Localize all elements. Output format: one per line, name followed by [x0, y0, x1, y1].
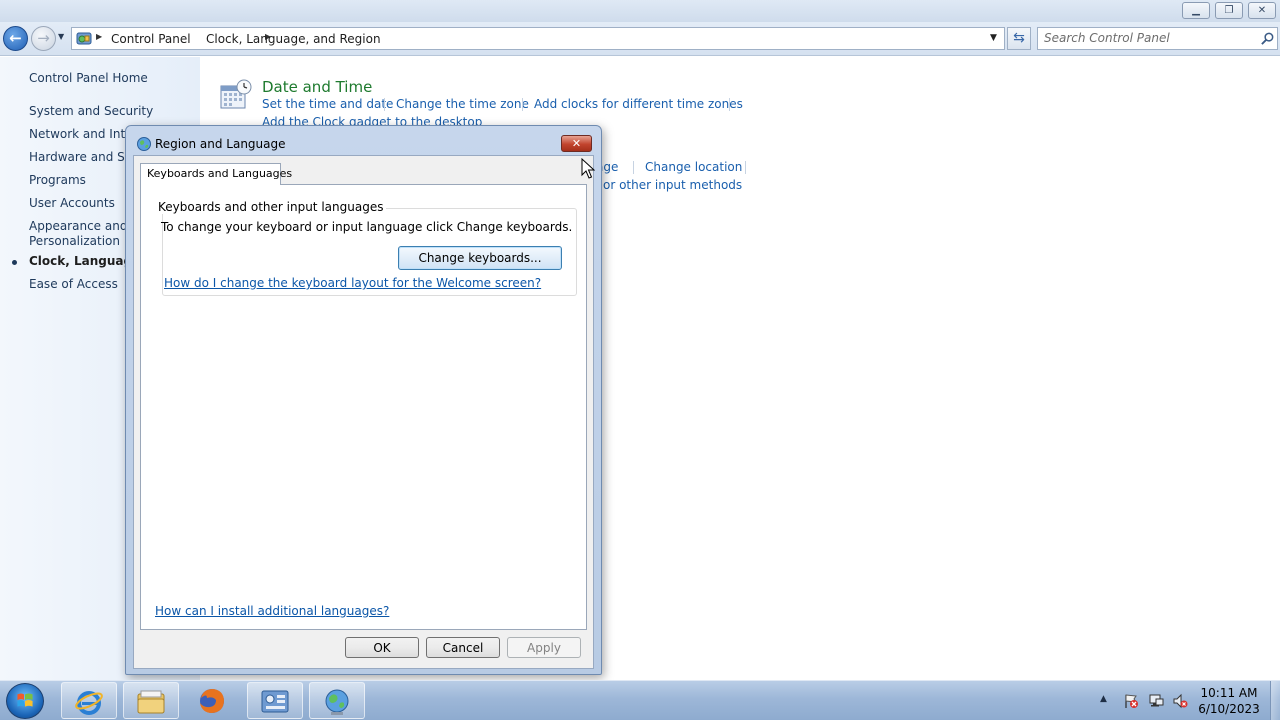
sidebar-item-user-accounts[interactable]: User Accounts	[29, 196, 115, 210]
firefox-icon	[200, 689, 224, 713]
close-window-button[interactable]: ✕	[1248, 2, 1276, 19]
windows-logo-icon	[17, 693, 33, 707]
sidebar-item-programs[interactable]: Programs	[29, 173, 86, 187]
change-time-zone-link[interactable]: Change the time zone	[396, 97, 529, 111]
action-center-flag-icon[interactable]	[1123, 693, 1139, 709]
change-keyboards-link[interactable]: or other input methods	[603, 178, 742, 192]
dialog-close-button[interactable]: ✕	[561, 135, 592, 152]
taskbar-firefox[interactable]	[185, 682, 241, 719]
set-time-date-link[interactable]: Set the time and date	[262, 97, 393, 111]
show-hidden-icons-icon[interactable]: ▲	[1100, 694, 1107, 704]
sidebar-item-ease-of-access[interactable]: Ease of Access	[29, 277, 118, 291]
dialog-body: Keyboards and Languages Keyboards and ot…	[133, 155, 594, 669]
selected-bullet-icon	[12, 260, 17, 265]
search-icon[interactable]	[1260, 31, 1275, 46]
recent-pages-dropdown[interactable]: ▼	[58, 32, 68, 44]
link-divider	[633, 161, 634, 174]
breadcrumb-separator-icon[interactable]: ▶	[96, 32, 102, 41]
control-panel-icon	[261, 690, 289, 713]
link-divider	[384, 98, 385, 111]
clock-date[interactable]: 6/10/2023	[1196, 702, 1262, 716]
globe-icon	[137, 137, 151, 151]
tab-label: Keyboards and Languages	[147, 167, 293, 180]
region-language-dialog: Region and Language ✕ Keyboards and Lang…	[125, 125, 602, 675]
sidebar-item-system-security[interactable]: System and Security	[29, 104, 153, 118]
back-button[interactable]: ←	[3, 26, 28, 51]
welcome-screen-keyboard-link[interactable]: How do I change the keyboard layout for …	[164, 276, 541, 290]
change-location-link[interactable]: Change location	[645, 160, 742, 174]
address-dropdown-icon[interactable]: ▼	[990, 33, 997, 43]
taskbar: ▲ 10:11 AM 6/10/2023	[0, 680, 1280, 720]
network-icon[interactable]	[1148, 693, 1164, 709]
forward-button[interactable]: →	[31, 26, 56, 51]
mouse-cursor-icon	[581, 158, 595, 179]
restore-button[interactable]: ❐	[1215, 2, 1243, 19]
sidebar-item-control-panel-home[interactable]: Control Panel Home	[29, 71, 148, 85]
breadcrumb-clock-language-region[interactable]: Clock, Language, and Region	[206, 32, 381, 46]
taskbar-internet-explorer[interactable]	[61, 682, 117, 719]
tab-panel: Keyboards and other input languages To c…	[140, 184, 587, 630]
group-description: To change your keyboard or input languag…	[161, 220, 573, 234]
link-divider	[522, 98, 523, 111]
start-button[interactable]	[6, 683, 44, 719]
minimize-button[interactable]: ▁	[1182, 2, 1210, 19]
link-divider	[729, 98, 730, 111]
refresh-button[interactable]: ⇆	[1007, 27, 1031, 50]
sidebar-item-network-internet[interactable]: Network and Inter	[29, 127, 137, 141]
region-language-icon	[325, 689, 349, 715]
taskbar-region-language[interactable]	[309, 682, 365, 719]
tab-keyboards-languages[interactable]: Keyboards and Languages	[140, 163, 292, 185]
window-title-bar: ▁ ❐ ✕	[0, 0, 1280, 22]
show-desktop-button[interactable]	[1270, 681, 1280, 720]
address-bar[interactable]: ▶ Control Panel ▶ Clock, Language, and R…	[71, 27, 1005, 50]
search-box[interactable]	[1037, 27, 1278, 50]
date-time-title[interactable]: Date and Time	[262, 78, 372, 96]
windows-explorer-icon	[137, 690, 165, 714]
volume-muted-icon[interactable]	[1172, 693, 1188, 709]
internet-explorer-icon	[75, 691, 103, 715]
taskbar-control-panel[interactable]	[247, 682, 303, 719]
ok-button[interactable]: OK	[345, 637, 419, 658]
sidebar-item-hardware-sound[interactable]: Hardware and Sou	[29, 150, 140, 164]
calendar-clock-icon	[220, 79, 252, 109]
add-clocks-link[interactable]: Add clocks for different time zones	[534, 97, 743, 111]
dialog-title: Region and Language	[155, 137, 286, 151]
cancel-button[interactable]: Cancel	[426, 637, 500, 658]
link-divider	[745, 161, 746, 174]
control-panel-icon	[76, 32, 92, 45]
taskbar-windows-explorer[interactable]	[123, 682, 179, 719]
sidebar-item-appearance[interactable]: Appearance and Personalization	[29, 219, 129, 249]
search-input[interactable]	[1044, 31, 1254, 45]
navigation-bar: ← → ▼ ▶ Control Panel ▶ Clock, Language,…	[0, 22, 1280, 56]
group-title: Keyboards and other input languages	[155, 200, 387, 214]
apply-button[interactable]: Apply	[507, 637, 581, 658]
change-keyboards-button[interactable]: Change keyboards...	[398, 246, 562, 270]
clock-time[interactable]: 10:11 AM	[1196, 686, 1262, 700]
breadcrumb-control-panel[interactable]: Control Panel	[111, 32, 191, 46]
install-languages-link[interactable]: How can I install additional languages?	[155, 604, 389, 618]
